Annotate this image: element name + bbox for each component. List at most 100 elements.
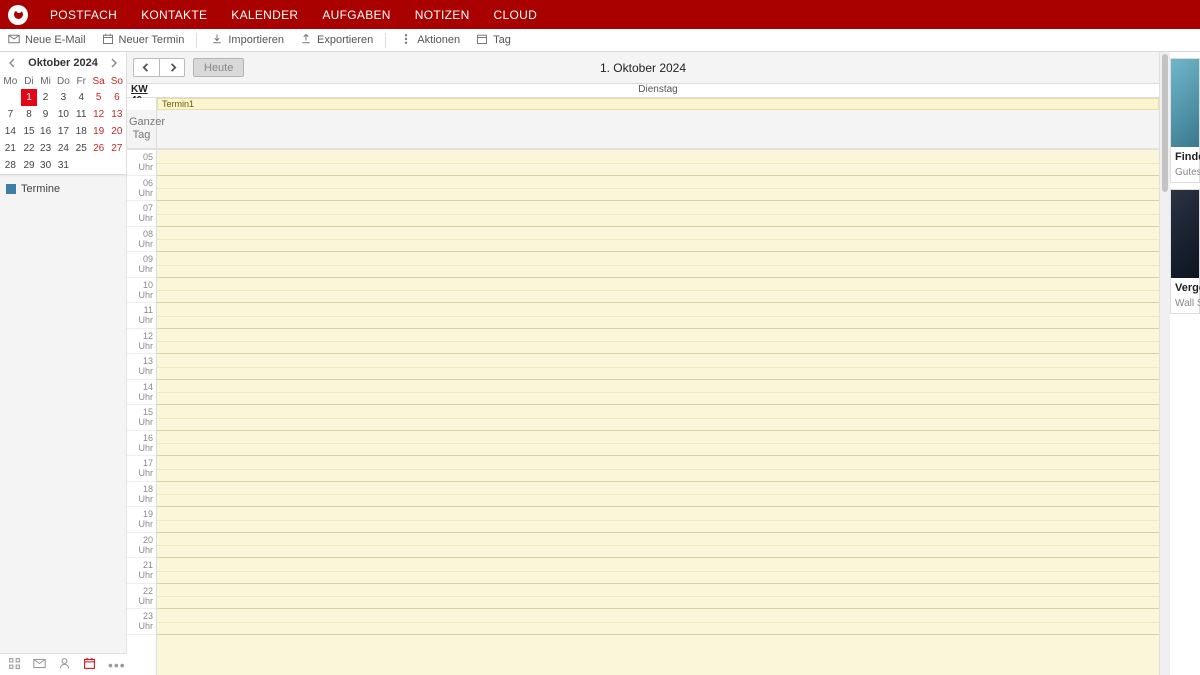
hour-slot[interactable] — [157, 354, 1159, 380]
hour-slot[interactable] — [157, 584, 1159, 610]
day-name: Dienstag — [157, 84, 1159, 97]
export-button[interactable]: Exportieren — [300, 33, 373, 48]
minical-day[interactable]: 14 — [0, 123, 21, 140]
hour-slot[interactable] — [157, 533, 1159, 559]
hour-slot[interactable] — [157, 329, 1159, 355]
hour-label: 15 Uhr — [127, 405, 156, 431]
slot-column[interactable] — [157, 150, 1159, 675]
scrollbar[interactable] — [1159, 52, 1170, 675]
import-button[interactable]: Importieren — [196, 33, 284, 48]
minical-day[interactable]: 31 — [54, 157, 73, 174]
minical-prev[interactable] — [6, 56, 20, 70]
new-mail-label: Neue E-Mail — [25, 34, 86, 46]
calendar-view: Heute 1. Oktober 2024 KW 40 Dienstag Ter… — [127, 52, 1159, 675]
contacts-icon[interactable] — [58, 657, 71, 673]
new-mail-button[interactable]: Neue E-Mail — [8, 33, 86, 48]
nav-cloud[interactable]: CLOUD — [482, 8, 550, 22]
actions-menu[interactable]: Aktionen — [385, 33, 460, 48]
minical-day[interactable]: 1 — [21, 89, 38, 106]
mail-icon[interactable] — [33, 657, 46, 673]
ads-column: Finde die Akustiker: Hörge Gutes H Verge… — [1170, 52, 1200, 675]
hour-slot[interactable] — [157, 303, 1159, 329]
minical-day[interactable]: 27 — [108, 140, 126, 157]
hour-label: 20 Uhr — [127, 533, 156, 559]
hour-slot[interactable] — [157, 558, 1159, 584]
hour-slot[interactable] — [157, 176, 1159, 202]
prev-day-button[interactable] — [133, 58, 159, 77]
minical-day[interactable]: 22 — [21, 140, 38, 157]
hour-slot[interactable] — [157, 252, 1159, 278]
hour-slot[interactable] — [157, 405, 1159, 431]
ad-1[interactable]: Finde die Akustiker: Hörge Gutes H — [1170, 58, 1200, 183]
minical-day[interactable]: 17 — [54, 123, 73, 140]
hour-slot[interactable] — [157, 456, 1159, 482]
nav-postfach[interactable]: POSTFACH — [38, 8, 129, 22]
hour-slot[interactable] — [157, 609, 1159, 635]
hour-slot[interactable] — [157, 227, 1159, 253]
minical-day[interactable]: 10 — [54, 106, 73, 123]
week-number[interactable]: KW 40 — [127, 84, 157, 97]
nav-buttons — [133, 58, 185, 77]
hour-slot[interactable] — [157, 482, 1159, 508]
next-day-button[interactable] — [159, 58, 185, 77]
more-icon[interactable]: ••• — [108, 657, 126, 673]
minical-day[interactable]: 7 — [0, 106, 21, 123]
ad-title: Finde die Akustiker: Hörge — [1171, 147, 1199, 167]
allday-event[interactable]: Termin1 — [157, 98, 1159, 110]
calendar-item-termine[interactable]: Termine — [6, 183, 120, 195]
minical-day[interactable]: 30 — [37, 157, 54, 174]
minical-day[interactable]: 11 — [73, 106, 90, 123]
minical-day[interactable]: 9 — [37, 106, 54, 123]
hour-slot[interactable] — [157, 150, 1159, 176]
nav-notizen[interactable]: NOTIZEN — [403, 8, 482, 22]
minical-day — [108, 157, 126, 174]
nav-kalender[interactable]: KALENDER — [219, 8, 310, 22]
minical-day[interactable]: 21 — [0, 140, 21, 157]
minical-day[interactable]: 26 — [90, 140, 108, 157]
allday-section: Ganzer Tag — [127, 110, 1159, 149]
minical-dow: Mi — [37, 74, 54, 89]
minical-next[interactable] — [106, 56, 120, 70]
minical-day[interactable]: 23 — [37, 140, 54, 157]
actions-label: Aktionen — [417, 34, 460, 46]
upload-icon — [300, 33, 312, 48]
calendar-icon[interactable] — [83, 657, 96, 673]
envelope-icon — [8, 33, 20, 48]
new-event-button[interactable]: Neuer Termin — [102, 33, 185, 48]
minical-day[interactable]: 8 — [21, 106, 38, 123]
allday-dropzone[interactable] — [157, 110, 1159, 148]
main: Oktober 2024 MoDiMiDoFrSaSo 123456789101… — [0, 52, 1200, 675]
minical-day[interactable]: 4 — [73, 89, 90, 106]
minical-day[interactable]: 28 — [0, 157, 21, 174]
minical-day[interactable]: 18 — [73, 123, 90, 140]
minical-day[interactable]: 20 — [108, 123, 126, 140]
hour-slot[interactable] — [157, 278, 1159, 304]
mini-calendar: Oktober 2024 MoDiMiDoFrSaSo 123456789101… — [0, 52, 126, 175]
tag-button[interactable]: Tag — [476, 33, 511, 48]
hour-slot[interactable] — [157, 507, 1159, 533]
minical-day[interactable]: 12 — [90, 106, 108, 123]
minical-day[interactable]: 24 — [54, 140, 73, 157]
hour-label: 14 Uhr — [127, 380, 156, 406]
minical-day[interactable]: 13 — [108, 106, 126, 123]
minical-day[interactable]: 19 — [90, 123, 108, 140]
app-switcher-icon[interactable] — [8, 657, 21, 673]
minical-day[interactable]: 29 — [21, 157, 38, 174]
minical-day[interactable]: 5 — [90, 89, 108, 106]
calendar-item-label: Termine — [21, 183, 60, 195]
minical-day[interactable]: 15 — [21, 123, 38, 140]
hour-slot[interactable] — [157, 201, 1159, 227]
minical-day[interactable]: 3 — [54, 89, 73, 106]
minical-day[interactable]: 6 — [108, 89, 126, 106]
minical-day[interactable]: 16 — [37, 123, 54, 140]
today-button[interactable]: Heute — [193, 58, 244, 77]
hour-slot[interactable] — [157, 380, 1159, 406]
nav-aufgaben[interactable]: AUFGABEN — [310, 8, 402, 22]
brand-logo[interactable] — [8, 5, 28, 25]
ad-2[interactable]: Verge kanad explo Wall Str — [1170, 189, 1200, 314]
hour-slot[interactable] — [157, 431, 1159, 457]
minical-day[interactable]: 2 — [37, 89, 54, 106]
nav-kontakte[interactable]: KONTAKTE — [129, 8, 219, 22]
scrollbar-thumb[interactable] — [1162, 54, 1168, 192]
minical-day[interactable]: 25 — [73, 140, 90, 157]
